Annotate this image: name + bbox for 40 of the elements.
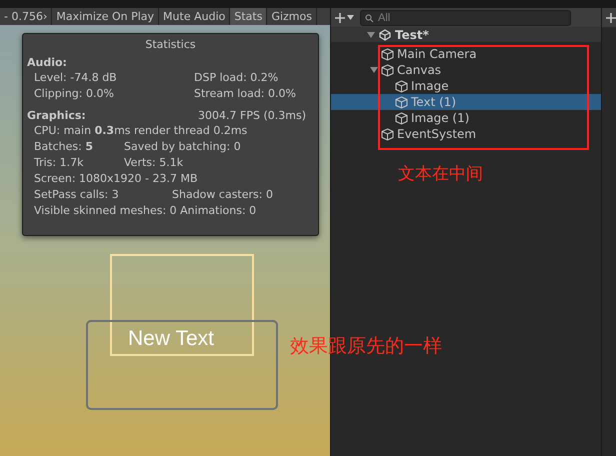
search-field[interactable]: All (360, 10, 571, 26)
cube-icon (381, 48, 394, 60)
stat-text: Batches: 5 (34, 139, 94, 155)
stat-text: Level: -74.8 dB (34, 70, 118, 86)
annotation-text: 文本在中间 (398, 163, 483, 185)
hierarchy-item[interactable]: Main Camera (331, 46, 601, 62)
stat-text: Verts: 5.1k (124, 155, 184, 171)
cube-icon (395, 96, 408, 108)
stat-text: Saved by batching: 0 (124, 139, 241, 155)
dropdown-caret-icon (347, 15, 354, 20)
plus-icon[interactable] (606, 12, 616, 22)
stat-text: Clipping: 0.0% (34, 86, 115, 102)
cube-icon (381, 64, 394, 76)
cube-icon (395, 80, 408, 92)
stat-text: Shadow casters: 0 (172, 187, 273, 203)
hierarchy-item[interactable]: Canvas (331, 62, 601, 78)
stat-text: Tris: 1.7k (34, 155, 84, 171)
cube-icon (395, 112, 408, 124)
hierarchy-item[interactable]: Text (1) (331, 94, 601, 110)
hierarchy-item[interactable]: Image (331, 78, 601, 94)
cube-icon (381, 128, 394, 140)
stat-text: CPU: main 0.3ms render thread 0.2ms (34, 123, 248, 139)
section-heading: Audio: (27, 55, 67, 70)
stat-text: DSP load: 0.2% (194, 70, 278, 86)
stat-text: Screen: 1080x1920 - 23.7 MB (34, 171, 199, 187)
add-button[interactable] (335, 12, 354, 22)
expand-triangle-icon[interactable] (370, 66, 378, 74)
statistics-title: Statistics (144, 37, 197, 53)
scene-text: New Text (128, 327, 214, 351)
hierarchy-item[interactable]: EventSystem (331, 126, 601, 142)
hierarchy-item[interactable]: Image (1) (331, 110, 601, 126)
plus-icon (335, 12, 345, 22)
stat-text: SetPass calls: 3 (34, 187, 120, 203)
stat-text: Visible skinned meshes: 0 Animations: 0 (34, 203, 258, 219)
stat-text: Stream load: 0.0% (194, 86, 296, 102)
section-heading: Graphics: (27, 108, 86, 123)
expand-triangle-icon[interactable] (367, 30, 375, 38)
fps-text: 3004.7 FPS (0.3ms) (198, 108, 306, 123)
scene-row[interactable]: Test* (331, 27, 601, 42)
toolbar-button[interactable]: Stats (230, 8, 268, 25)
